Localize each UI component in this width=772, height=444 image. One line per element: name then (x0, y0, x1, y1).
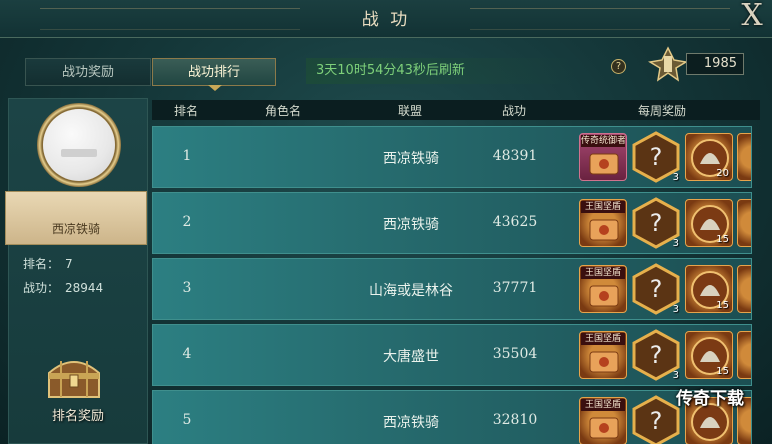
helmet-reward-item[interactable]: 20 (685, 133, 733, 181)
tab-merit-ranking[interactable]: 战功排行 (152, 58, 276, 91)
scroll-icon (589, 351, 619, 373)
close-button[interactable]: X (734, 0, 770, 34)
reward-scroll-item[interactable]: 王国坚盾 (579, 199, 627, 247)
extra-reward-item[interactable] (737, 265, 751, 313)
header-weekly-reward: 每周奖励 (637, 104, 686, 118)
helmet-reward-item[interactable]: 15 (685, 331, 733, 379)
svg-text:?: ? (650, 275, 663, 303)
scroll-icon (589, 153, 619, 175)
header-role: 角色名 (264, 104, 301, 118)
tab-bar: 战功奖励 战功排行 3天10时54分43秒后刷新 ? 1985 (0, 40, 772, 91)
reward-count-b: 15 (716, 366, 729, 377)
reward-count-b: 15 (716, 300, 729, 311)
row-rank: 3 (182, 280, 192, 296)
player-merit: 战功： 28944 (23, 279, 103, 296)
watermark-text: 传奇下载 (676, 389, 744, 409)
rank-value: 7 (65, 257, 73, 271)
row-alliance: 大唐盛世 (383, 349, 439, 365)
helmet-reward-item[interactable]: 15 (685, 265, 733, 313)
header-rank: 排名 (173, 104, 198, 118)
player-rank: 排名： 7 (23, 255, 73, 272)
avatar[interactable] (43, 109, 115, 181)
reward-count-a: 3 (672, 304, 679, 315)
reward-count-b: 20 (716, 168, 729, 179)
merit-label: 战功： (23, 281, 60, 295)
reward-count-b: 15 (716, 234, 729, 245)
merit-value: 28944 (65, 281, 104, 295)
table-row[interactable]: 1 西凉铁骑 48391 传奇统御者? 3 20 (152, 126, 752, 188)
svg-text:?: ? (650, 407, 663, 435)
avatar-frame (37, 103, 121, 187)
table-row[interactable]: 3 山海或是林谷 37771 王国坚盾? 3 15 (152, 258, 752, 320)
player-panel: 西凉铁骑 排名： 7 战功： 28944 排名奖励 (5, 98, 148, 444)
mystery-item-icon[interactable]: ? (630, 395, 682, 444)
extra-reward-item[interactable] (737, 331, 751, 379)
svg-text:?: ? (650, 341, 663, 369)
reward-count-a: 3 (672, 172, 679, 183)
row-rank: 5 (182, 412, 192, 428)
reward-scroll-item[interactable]: 传奇统御者 (579, 133, 627, 181)
treasure-chest-icon[interactable] (43, 351, 105, 401)
reward-scroll-item[interactable]: 王国坚盾 (579, 331, 627, 379)
title-bar: 战 功 (0, 0, 772, 38)
row-merit: 35504 (492, 346, 538, 362)
table-row[interactable]: 4 大唐盛世 35504 王国坚盾? 3 15 (152, 324, 752, 386)
table-row[interactable]: 5 西凉铁骑 32810 王国坚盾? (152, 390, 752, 444)
reward-count-a: 3 (672, 238, 679, 249)
window-title: 战 功 (361, 10, 411, 30)
reward-scroll-item[interactable]: 王国坚盾 (579, 397, 627, 444)
reward-scroll-item[interactable]: 王国坚盾 (579, 265, 627, 313)
help-icon[interactable]: ? (611, 59, 626, 74)
row-rank: 1 (182, 148, 192, 164)
table-header: 排名 角色名 联盟 战功 每周奖励 (152, 100, 760, 120)
svg-text:?: ? (650, 209, 663, 237)
header-alliance: 联盟 (397, 104, 422, 118)
player-name-plate: 西凉铁骑 (5, 191, 147, 245)
scroll-icon (589, 219, 619, 241)
row-rank: 2 (182, 214, 192, 230)
extra-reward-item[interactable] (737, 133, 751, 181)
scroll-icon (589, 417, 619, 439)
row-merit: 48391 (492, 148, 538, 164)
rank-label: 排名： (23, 257, 60, 271)
rank-reward-label[interactable]: 排名奖励 (9, 405, 147, 424)
rank-badge-icon (648, 46, 688, 82)
refresh-countdown: 3天10时54分43秒后刷新 (306, 58, 576, 84)
svg-text:?: ? (650, 143, 663, 171)
table-row[interactable]: 2 西凉铁骑 43625 王国坚盾? 3 15 (152, 192, 752, 254)
row-merit: 43625 (492, 214, 538, 230)
row-rank: 4 (182, 346, 192, 362)
row-alliance: 山海或是林谷 (369, 283, 453, 299)
row-merit: 37771 (492, 280, 538, 296)
row-alliance: 西凉铁骑 (383, 217, 439, 233)
scroll-icon (589, 285, 619, 307)
extra-reward-item[interactable] (737, 199, 751, 247)
player-name: 西凉铁骑 (51, 222, 100, 236)
header-merit: 战功 (501, 104, 526, 118)
row-merit: 32810 (492, 412, 538, 428)
game-window: 战 功 X 战功奖励 战功排行 3天10时54分43秒后刷新 ? 1985 西凉… (0, 0, 772, 444)
row-alliance: 西凉铁骑 (383, 415, 439, 431)
row-alliance: 西凉铁骑 (383, 151, 439, 167)
reward-count-a: 3 (672, 370, 679, 381)
tab-merit-rewards[interactable]: 战功奖励 (25, 58, 151, 86)
helmet-reward-item[interactable]: 15 (685, 199, 733, 247)
merit-score: 1985 (686, 53, 744, 75)
